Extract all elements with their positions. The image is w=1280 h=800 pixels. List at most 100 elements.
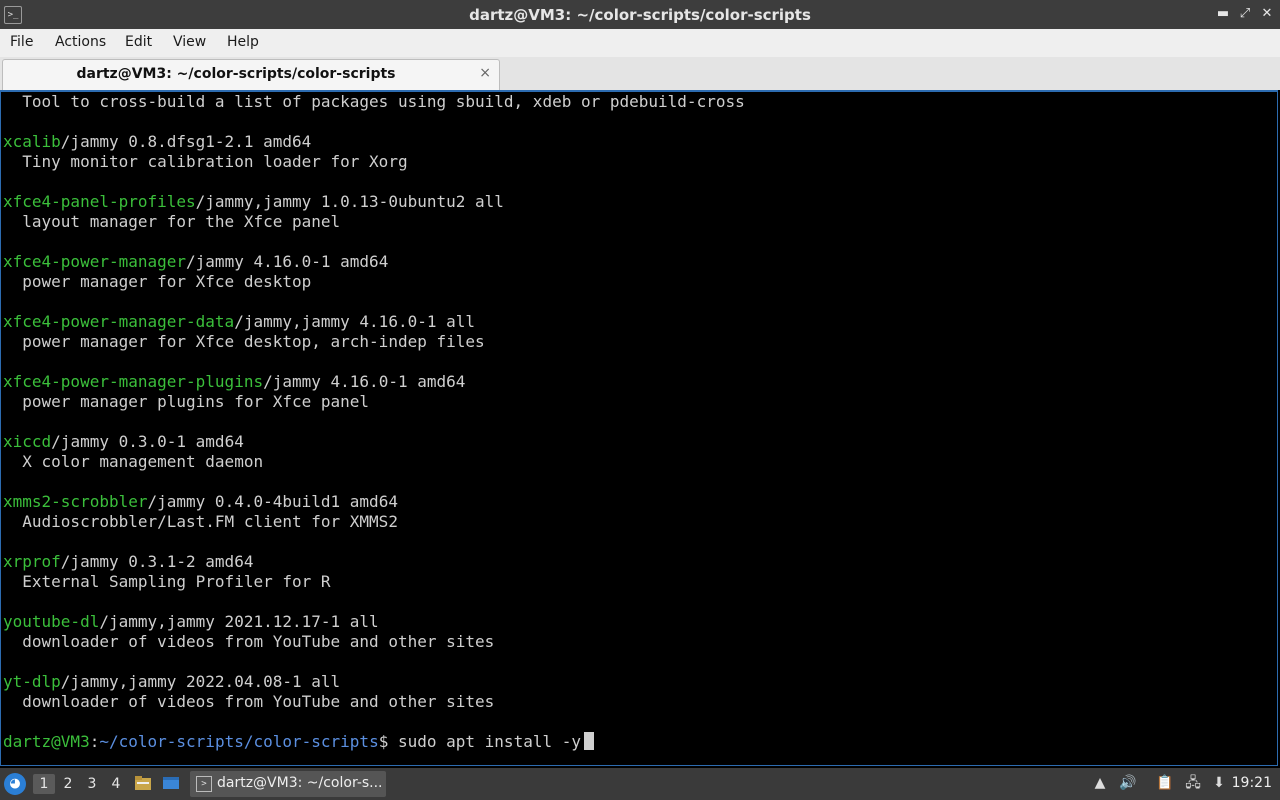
terminal-line: downloader of videos from YouTube and ot…: [3, 632, 745, 652]
tab-bar: dartz@VM3: ~/color-scripts/color-scripts…: [0, 57, 1280, 90]
package-name: youtube-dl: [3, 612, 100, 631]
line-text: downloader of videos from YouTube and ot…: [3, 632, 495, 651]
line-text: power manager for Xfce desktop, arch-ind…: [3, 332, 485, 351]
terminal-line: X color management daemon: [3, 452, 745, 472]
line-text: power manager plugins for Xfce panel: [3, 392, 370, 411]
line-text: downloader of videos from YouTube and ot…: [3, 692, 495, 711]
line-text: Tool to cross-build a list of packages u…: [3, 92, 745, 111]
terminal-line: Audioscrobbler/Last.FM client for XMMS2: [3, 512, 745, 532]
line-text: /jammy 4.16.0-1 amd64: [186, 252, 389, 271]
line-text: /jammy 4.16.0-1 amd64: [263, 372, 466, 391]
network-icon[interactable]: 🖧: [1184, 774, 1202, 792]
menu-edit[interactable]: Edit: [125, 34, 152, 50]
terminal-view[interactable]: Tool to cross-build a list of packages u…: [0, 90, 1278, 766]
line-text: X color management daemon: [3, 452, 264, 471]
command-input[interactable]: sudo apt install -y: [398, 732, 581, 751]
volume-icon[interactable]: 🔊: [1119, 774, 1137, 792]
file-manager-icon[interactable]: [134, 774, 152, 792]
close-icon[interactable]: ✕: [1258, 5, 1276, 23]
menu-file[interactable]: File: [10, 34, 33, 50]
terminal-line: xfce4-power-manager/jammy 4.16.0-1 amd64: [3, 252, 745, 272]
taskbar: ◕ 1 2 3 4 > dartz@VM3: ~/color-s... ▲ 🔊 …: [0, 768, 1280, 800]
window-titlebar[interactable]: >_ dartz@VM3: ~/color-scripts/color-scri…: [0, 0, 1280, 29]
line-text: /jammy 0.3.1-2 amd64: [60, 552, 254, 571]
line-text: /jammy 0.4.0-4build1 amd64: [147, 492, 398, 511]
terminal-line: power manager plugins for Xfce panel: [3, 392, 745, 412]
line-text: power manager for Xfce desktop: [3, 272, 312, 291]
update-notifier-icon[interactable]: ⬇: [1210, 774, 1228, 792]
workspace-3[interactable]: 3: [81, 774, 103, 794]
window-title: dartz@VM3: ~/color-scripts/color-scripts: [469, 6, 811, 24]
line-text: Tiny monitor calibration loader for Xorg: [3, 152, 408, 171]
tab-close-icon[interactable]: ×: [479, 65, 491, 81]
line-text: External Sampling Profiler for R: [3, 572, 331, 591]
terminal-line: power manager for Xfce desktop, arch-ind…: [3, 332, 745, 352]
maximize-icon[interactable]: ⤢: [1236, 5, 1254, 23]
package-name: xiccd: [3, 432, 52, 451]
package-name: yt-dlp: [3, 672, 61, 691]
terminal-task-icon: >: [196, 776, 212, 792]
text-cursor: [584, 732, 594, 750]
terminal-line: xiccd/jammy 0.3.0-1 amd64: [3, 432, 745, 452]
start-menu-icon[interactable]: ◕: [4, 773, 26, 795]
line-text: layout manager for the Xfce panel: [3, 212, 341, 231]
terminal-line: yt-dlp/jammy,jammy 2022.04.08-1 all: [3, 672, 745, 692]
line-text: /jammy 0.3.0-1 amd64: [51, 432, 244, 451]
prompt-symbol: $: [378, 732, 398, 751]
prompt-separator: :: [89, 732, 100, 751]
prompt-line[interactable]: dartz@VM3:~/color-scripts/color-scripts$…: [3, 732, 745, 752]
terminal-line: Tool to cross-build a list of packages u…: [3, 92, 745, 112]
menu-bar: File Actions Edit View Help: [0, 29, 1280, 58]
package-name: xrprof: [3, 552, 61, 571]
clock[interactable]: 19:21: [1232, 775, 1272, 791]
terminal-line: youtube-dl/jammy,jammy 2021.12.17-1 all: [3, 612, 745, 632]
menu-help[interactable]: Help: [227, 34, 259, 50]
terminal-tab[interactable]: dartz@VM3: ~/color-scripts/color-scripts…: [2, 59, 500, 90]
prompt-path: ~/color-scripts/color-scripts: [99, 732, 379, 751]
line-text: /jammy,jammy 4.16.0-1 all: [234, 312, 476, 331]
terminal-line: xrprof/jammy 0.3.1-2 amd64: [3, 552, 745, 572]
package-name: xfce4-power-manager-plugins: [3, 372, 264, 391]
package-name: xmms2-scrobbler: [3, 492, 148, 511]
tray-up-arrow-icon[interactable]: ▲: [1091, 774, 1109, 792]
line-text: /jammy,jammy 2022.04.08-1 all: [60, 672, 341, 691]
taskbar-terminal-task[interactable]: > dartz@VM3: ~/color-s...: [190, 771, 386, 797]
package-name: xfce4-power-manager-data: [3, 312, 235, 331]
prompt-user: dartz@VM3: [3, 732, 90, 751]
minimize-icon[interactable]: ▬: [1214, 5, 1232, 23]
line-text: /jammy 0.8.dfsg1-2.1 amd64: [60, 132, 312, 151]
terminal-line: xmms2-scrobbler/jammy 0.4.0-4build1 amd6…: [3, 492, 745, 512]
package-name: xfce4-power-manager: [3, 252, 187, 271]
show-desktop-icon[interactable]: [162, 774, 180, 792]
line-text: /jammy,jammy 2021.12.17-1 all: [99, 612, 379, 631]
terminal-line: External Sampling Profiler for R: [3, 572, 745, 592]
line-text: /jammy,jammy 1.0.13-0ubuntu2 all: [195, 192, 504, 211]
workspace-1[interactable]: 1: [33, 774, 55, 794]
terminal-line: layout manager for the Xfce panel: [3, 212, 745, 232]
line-text: Audioscrobbler/Last.FM client for XMMS2: [3, 512, 398, 531]
task-label: dartz@VM3: ~/color-s...: [217, 775, 383, 791]
package-name: xcalib: [3, 132, 61, 151]
clipboard-icon[interactable]: 📋: [1156, 774, 1174, 792]
terminal-line: xfce4-panel-profiles/jammy,jammy 1.0.13-…: [3, 192, 745, 212]
menu-actions[interactable]: Actions: [55, 34, 106, 50]
terminal-line: downloader of videos from YouTube and ot…: [3, 692, 745, 712]
menu-view[interactable]: View: [173, 34, 206, 50]
terminal-line: xfce4-power-manager-plugins/jammy 4.16.0…: [3, 372, 745, 392]
workspace-4[interactable]: 4: [105, 774, 127, 794]
terminal-line: power manager for Xfce desktop: [3, 272, 745, 292]
package-name: xfce4-panel-profiles: [3, 192, 196, 211]
workspace-2[interactable]: 2: [57, 774, 79, 794]
terminal-line: Tiny monitor calibration loader for Xorg: [3, 152, 745, 172]
terminal-output: Tool to cross-build a list of packages u…: [3, 92, 745, 752]
